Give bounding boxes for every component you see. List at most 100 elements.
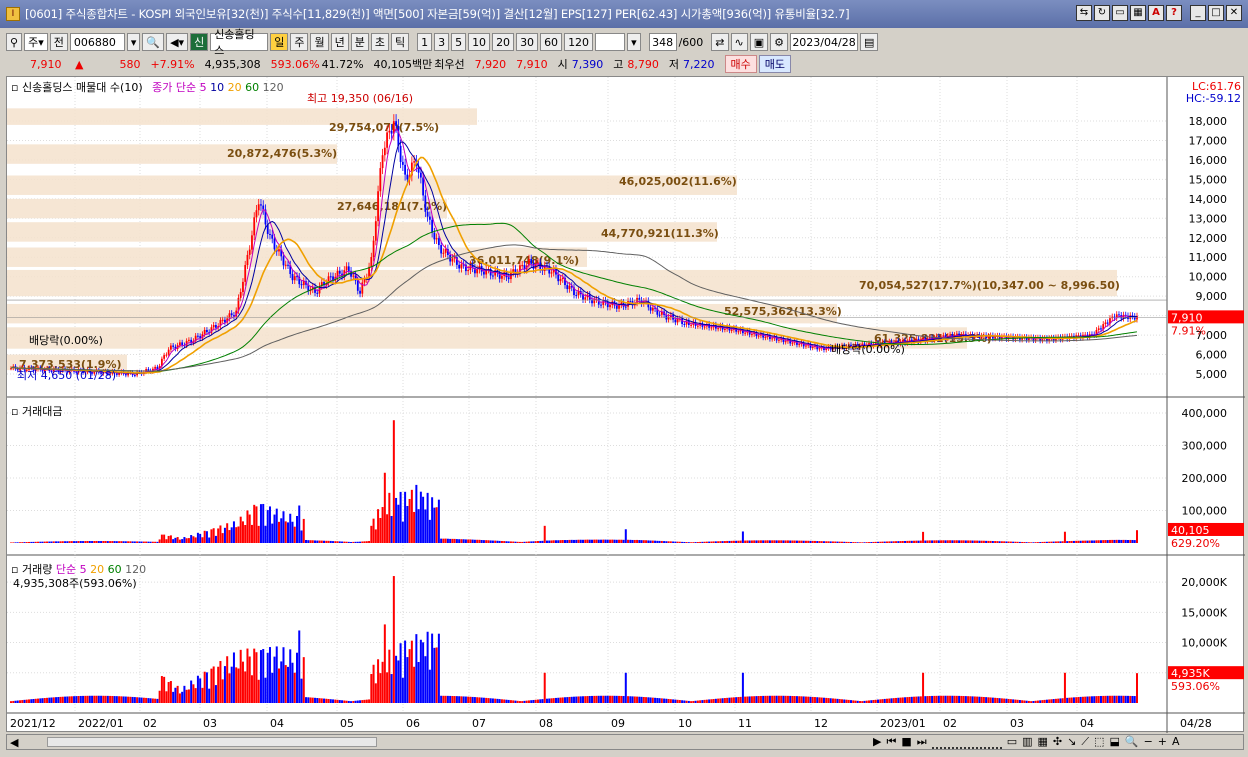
amount-bar bbox=[728, 540, 731, 543]
stop-icon[interactable]: ■ bbox=[901, 735, 911, 749]
fast-forward-icon[interactable]: ⏭ bbox=[917, 735, 927, 749]
interval-dropdown-icon[interactable]: ▾ bbox=[627, 33, 641, 51]
volume-bar bbox=[401, 677, 404, 703]
scroll-thumb[interactable] bbox=[47, 737, 377, 747]
volume-bar bbox=[262, 649, 265, 703]
volume-bar bbox=[922, 672, 925, 703]
settings-icon[interactable]: ⚙ bbox=[770, 33, 789, 51]
tab-monthly[interactable]: 월 bbox=[310, 33, 329, 51]
link-icon[interactable]: ⇆ bbox=[1076, 5, 1092, 21]
amount-bar bbox=[827, 541, 830, 543]
amount-bar bbox=[323, 540, 326, 543]
tab-second[interactable]: 초 bbox=[370, 33, 389, 51]
grid-layout-icon[interactable]: ▦ bbox=[1038, 735, 1048, 749]
play-icon[interactable]: ▶ bbox=[873, 735, 881, 749]
volume-bar bbox=[789, 695, 792, 703]
stock-name-field[interactable]: 신송홀딩스 bbox=[210, 28, 269, 57]
maximize-button[interactable]: □ bbox=[1208, 5, 1224, 21]
count-input[interactable]: 348 bbox=[648, 33, 677, 51]
zoom-area-icon[interactable]: ⬚ bbox=[1094, 735, 1104, 749]
speed-slider[interactable] bbox=[931, 735, 1002, 749]
stock-chart[interactable]: 18,000 17,000 16,000 15,000 14,000 13,000 12,0… bbox=[7, 77, 1245, 733]
grid-icon[interactable]: ▦ bbox=[1130, 5, 1146, 21]
volume-bar bbox=[140, 697, 143, 703]
volume-bar bbox=[325, 698, 328, 703]
amount-bar bbox=[638, 540, 641, 543]
buy-button[interactable]: 매수 bbox=[724, 55, 757, 73]
candle-body bbox=[440, 245, 443, 254]
save-icon[interactable]: ▣ bbox=[749, 33, 769, 51]
zoom-icon[interactable]: 🔍 bbox=[1125, 735, 1139, 749]
interval-1[interactable]: 1 bbox=[417, 33, 433, 51]
speaker-icon[interactable]: ◀▾ bbox=[166, 33, 189, 51]
minimize-button[interactable]: _ bbox=[1190, 5, 1206, 21]
code-dropdown-icon[interactable]: ▾ bbox=[126, 33, 141, 51]
market-select[interactable]: 주 ▾ bbox=[24, 33, 48, 51]
amount-bar bbox=[415, 484, 418, 543]
tab-minute[interactable]: 분 bbox=[350, 33, 369, 51]
chart-area[interactable]: 18,000 17,000 16,000 15,000 14,000 13,000 12,0… bbox=[6, 76, 1245, 733]
search-icon[interactable]: 🔍 bbox=[142, 33, 165, 51]
amount-bar bbox=[645, 540, 648, 543]
amount-bar bbox=[705, 541, 708, 543]
volume-bar bbox=[804, 696, 807, 703]
layout-split-icon[interactable]: ▥ bbox=[1022, 735, 1032, 749]
code-input[interactable]: 006880 bbox=[69, 33, 125, 51]
pin-icon[interactable]: ⚲ bbox=[6, 33, 23, 51]
draw-line-icon[interactable]: ↘ bbox=[1067, 735, 1076, 749]
bottom-scrollbar[interactable]: ◀ ▶ ⏮ ■ ⏭ ▭ ▥ ▦ ✣ ↘ ⟋ ⬚ ⬓ 🔍 − + A bbox=[6, 734, 1244, 750]
volume-bar bbox=[746, 696, 749, 703]
interval-5[interactable]: 5 bbox=[451, 33, 467, 51]
calendar-icon[interactable]: ▤ bbox=[860, 33, 879, 51]
indicator-icon[interactable]: ∿ bbox=[730, 33, 748, 51]
zoom-in-icon[interactable]: + bbox=[1158, 735, 1167, 749]
sell-button[interactable]: 매도 bbox=[758, 55, 792, 73]
volume-bar bbox=[683, 700, 686, 703]
volume-bar bbox=[568, 696, 571, 703]
interval-30[interactable]: 30 bbox=[516, 33, 539, 51]
interval-60[interactable]: 60 bbox=[540, 33, 563, 51]
step-back-icon[interactable]: ⏮ bbox=[886, 735, 896, 749]
refresh-icon[interactable]: ↻ bbox=[1094, 5, 1110, 21]
code-label-button[interactable]: 전 bbox=[49, 33, 68, 51]
volume-bar bbox=[341, 700, 344, 703]
auto-scale-icon[interactable]: A bbox=[1172, 735, 1180, 749]
candle-body bbox=[172, 345, 175, 347]
date-input[interactable]: 2023/04/28 bbox=[790, 33, 859, 51]
volume-bar bbox=[75, 696, 78, 703]
amount-bar bbox=[381, 507, 384, 543]
volume-bar bbox=[951, 695, 954, 703]
crosshair-icon[interactable]: ✣ bbox=[1053, 735, 1062, 749]
window-icon[interactable]: ▭ bbox=[1112, 5, 1128, 21]
help-icon[interactable]: ? bbox=[1166, 5, 1182, 21]
volume-bar bbox=[237, 668, 240, 703]
volume-bar bbox=[232, 652, 235, 703]
tab-yearly[interactable]: 년 bbox=[330, 33, 349, 51]
tab-tick[interactable]: 틱 bbox=[390, 33, 410, 51]
interval-20[interactable]: 20 bbox=[492, 33, 515, 51]
amount-bar bbox=[518, 541, 521, 543]
amount-bar bbox=[588, 539, 591, 543]
amount-bar bbox=[41, 541, 44, 543]
amount-bar bbox=[618, 539, 621, 543]
zoom-tool-icon[interactable]: ⬓ bbox=[1109, 735, 1119, 749]
tab-weekly[interactable]: 주 bbox=[290, 33, 309, 51]
tab-daily[interactable]: 일 bbox=[270, 33, 289, 51]
font-icon[interactable]: A bbox=[1148, 5, 1164, 21]
candle-body bbox=[163, 355, 166, 359]
amount-bar bbox=[640, 540, 643, 543]
interval-3[interactable]: 3 bbox=[434, 33, 450, 51]
close-button[interactable]: ✕ bbox=[1226, 5, 1242, 21]
compare-icon[interactable]: ⇄ bbox=[711, 33, 729, 51]
interval-10[interactable]: 10 bbox=[468, 33, 491, 51]
draw-tool-icon[interactable]: ⟋ bbox=[1081, 735, 1089, 749]
volume-bar bbox=[600, 695, 603, 703]
interval-custom-input[interactable] bbox=[595, 33, 626, 51]
scroll-left-icon[interactable]: ◀ bbox=[10, 736, 18, 749]
zoom-out-icon[interactable]: − bbox=[1144, 735, 1153, 749]
interval-120[interactable]: 120 bbox=[564, 33, 594, 51]
amount-bar bbox=[1061, 541, 1064, 543]
amount-bar bbox=[904, 540, 907, 543]
layout-icon[interactable]: ▭ bbox=[1007, 735, 1017, 749]
volume-bar bbox=[759, 695, 762, 703]
